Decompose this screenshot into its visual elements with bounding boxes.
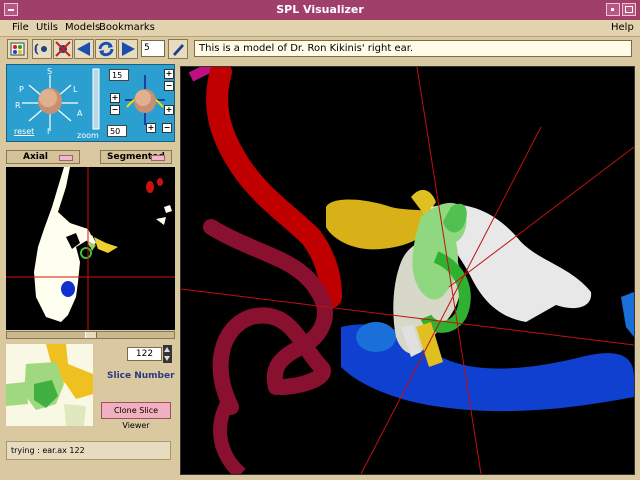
title-bar: SPL Visualizer xyxy=(0,0,640,21)
pan-plus-right-button[interactable]: + xyxy=(164,105,174,115)
pan-minus-left-button[interactable]: − xyxy=(110,105,120,115)
rotate-minus-button[interactable]: − xyxy=(164,81,174,91)
toolbar: 5 This is a model of Dr. Ron Kikinis' ri… xyxy=(0,37,640,61)
menu-bookmarks[interactable]: Bookmarks xyxy=(99,22,155,33)
navigation-panel: S P L R A I reset zoom 50 15 + − + − + +… xyxy=(6,64,175,142)
zoom-label: zoom xyxy=(77,131,99,140)
refresh-icon xyxy=(98,41,114,57)
message-field[interactable]: This is a model of Dr. Ron Kikinis' righ… xyxy=(194,40,632,57)
ear-model-render xyxy=(181,67,634,474)
pan-plus-left-button[interactable]: + xyxy=(110,93,120,103)
previous-button[interactable] xyxy=(74,39,94,59)
zoom-field[interactable]: 50 xyxy=(107,125,127,137)
dropdown-indicator-icon xyxy=(151,155,165,161)
slice-image xyxy=(6,167,175,330)
menu-file[interactable]: File xyxy=(12,22,29,33)
view-dropdown-value: Axial xyxy=(23,152,49,162)
reset-button[interactable]: reset xyxy=(14,127,34,136)
slice-scrollbar[interactable] xyxy=(6,331,175,339)
palette-icon xyxy=(10,42,25,56)
3d-viewer[interactable] xyxy=(180,66,635,475)
no-record-button[interactable] xyxy=(53,39,73,59)
status-bar: trying : ear.ax 122 xyxy=(6,441,171,460)
zoom-minus-button[interactable]: − xyxy=(162,123,172,133)
slice-number-label: Slice Number xyxy=(107,371,175,381)
label-anterior: A xyxy=(77,109,83,118)
menu-utils[interactable]: Utils xyxy=(36,22,58,33)
rotate-plus-button[interactable]: + xyxy=(164,69,174,79)
menu-bar: File Utils Models Bookmarks Help xyxy=(0,20,640,37)
angle-field[interactable]: 15 xyxy=(109,69,129,81)
dropdown-indicator-icon xyxy=(59,155,73,161)
zoom-image xyxy=(6,344,93,426)
slice-viewer[interactable] xyxy=(6,167,175,330)
view-dropdown[interactable]: Axial xyxy=(6,150,80,164)
window-title: SPL Visualizer xyxy=(276,3,364,16)
zoom-plus-button[interactable]: + xyxy=(146,123,156,133)
edit-button[interactable] xyxy=(168,39,188,59)
label-posterior: P xyxy=(19,85,24,94)
mode-dropdown[interactable]: Segmented xyxy=(100,150,172,164)
label-left: L xyxy=(73,85,78,94)
menu-help[interactable]: Help xyxy=(611,22,634,33)
palette-button[interactable] xyxy=(7,39,28,59)
label-right: R xyxy=(15,101,21,110)
label-inferior: I xyxy=(47,127,50,136)
label-superior: S xyxy=(47,67,53,76)
record-icon xyxy=(34,43,47,55)
scrollbar-thumb[interactable] xyxy=(85,332,97,338)
arrow-right-icon xyxy=(122,42,135,56)
maximize-button[interactable] xyxy=(622,3,636,16)
slice-spinner[interactable] xyxy=(163,345,172,363)
next-button[interactable] xyxy=(118,39,138,59)
minimize-button[interactable] xyxy=(606,3,620,16)
step-field[interactable]: 5 xyxy=(141,40,165,57)
menu-models[interactable]: Models xyxy=(65,22,100,33)
cancel-record-icon xyxy=(55,41,71,57)
arrow-left-icon xyxy=(77,42,90,56)
clone-slice-viewer-button[interactable]: Clone Slice Viewer xyxy=(101,402,171,430)
refresh-button[interactable] xyxy=(95,39,117,59)
slice-number-field[interactable]: 122 xyxy=(127,347,162,361)
record-button[interactable] xyxy=(32,39,52,59)
pen-icon xyxy=(173,44,184,56)
zoom-view[interactable] xyxy=(6,344,93,426)
